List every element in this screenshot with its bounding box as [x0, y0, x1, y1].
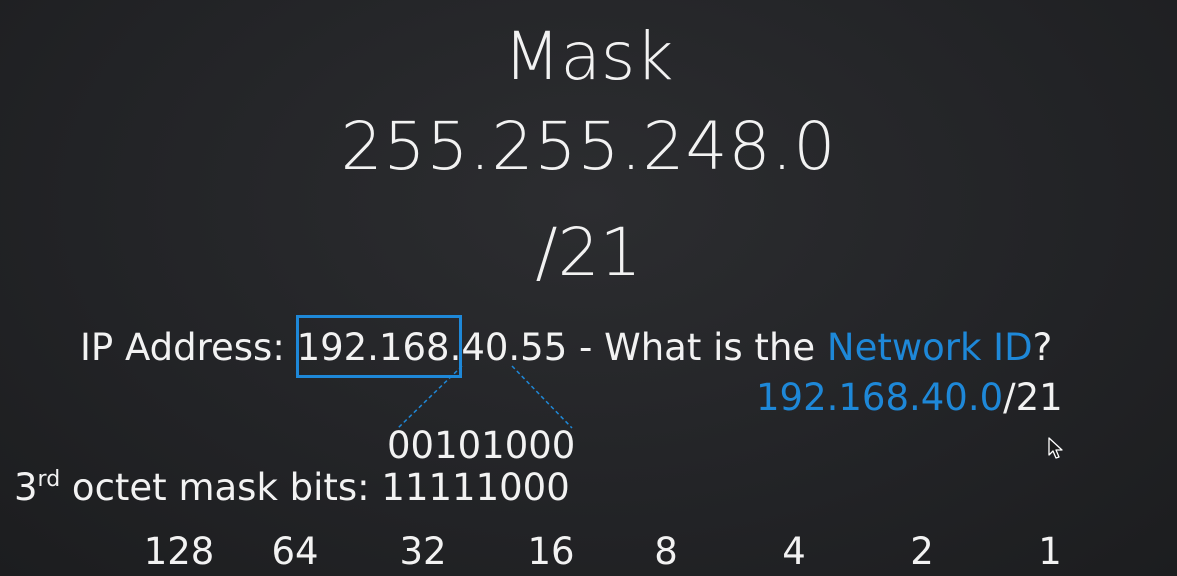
mask-bits-value: 11111000 [381, 466, 570, 509]
bit-value-4: 4 [782, 530, 806, 573]
bit-value-1: 1 [1038, 530, 1062, 573]
bit-value-128: 128 [143, 530, 215, 573]
bit-value-32: 32 [399, 530, 447, 573]
connector-right [511, 365, 573, 429]
bit-value-8: 8 [654, 530, 678, 573]
binary-octet: 00101000 [387, 424, 576, 467]
ordinal-number: 3 [14, 466, 38, 509]
bit-value-16: 16 [527, 530, 575, 573]
mask-bits-label: octet mask bits: [60, 466, 382, 509]
connector-left [397, 365, 463, 429]
bit-value-2: 2 [910, 530, 934, 573]
mouse-cursor-icon [1048, 437, 1063, 459]
mask-bits-line: 3rd octet mask bits: 11111000 [14, 466, 570, 509]
ordinal-suffix: rd [37, 467, 61, 492]
bit-value-64: 64 [271, 530, 319, 573]
